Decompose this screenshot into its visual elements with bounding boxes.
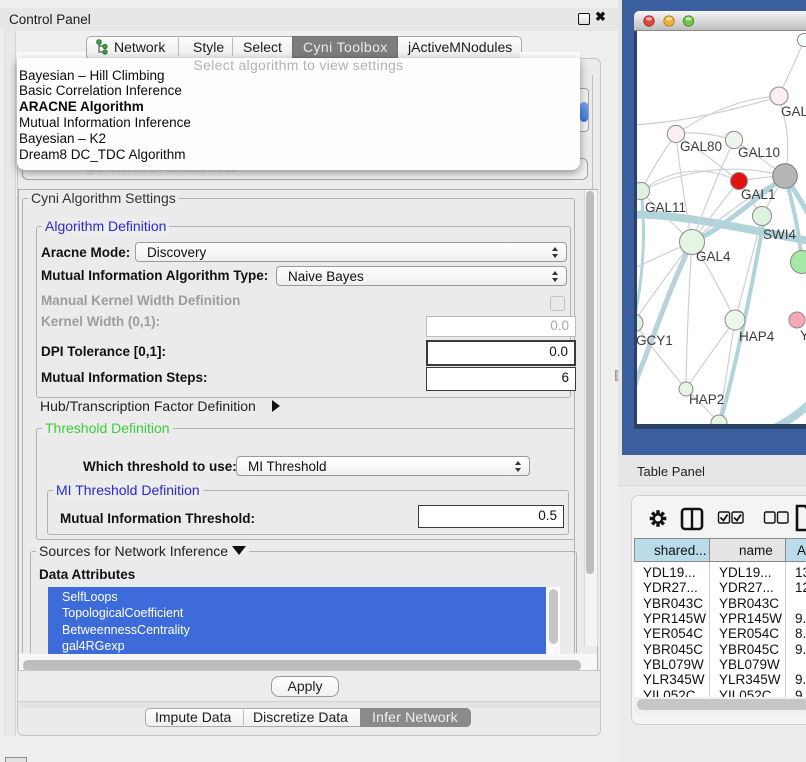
svg-text:HAP2: HAP2 xyxy=(689,392,724,407)
svg-text:GAL: GAL xyxy=(781,104,806,119)
svg-text:GAL80: GAL80 xyxy=(680,139,722,154)
svg-text:GAL10: GAL10 xyxy=(738,145,780,160)
svg-text:GAL11: GAL11 xyxy=(645,200,686,215)
svg-text:SWI4: SWI4 xyxy=(763,227,796,242)
svg-text:Y: Y xyxy=(800,328,806,343)
svg-text:GAL4: GAL4 xyxy=(696,249,731,264)
svg-text:GAL1: GAL1 xyxy=(741,187,776,202)
svg-text:HAP4: HAP4 xyxy=(739,329,775,344)
svg-text:GCY1: GCY1 xyxy=(637,333,673,348)
